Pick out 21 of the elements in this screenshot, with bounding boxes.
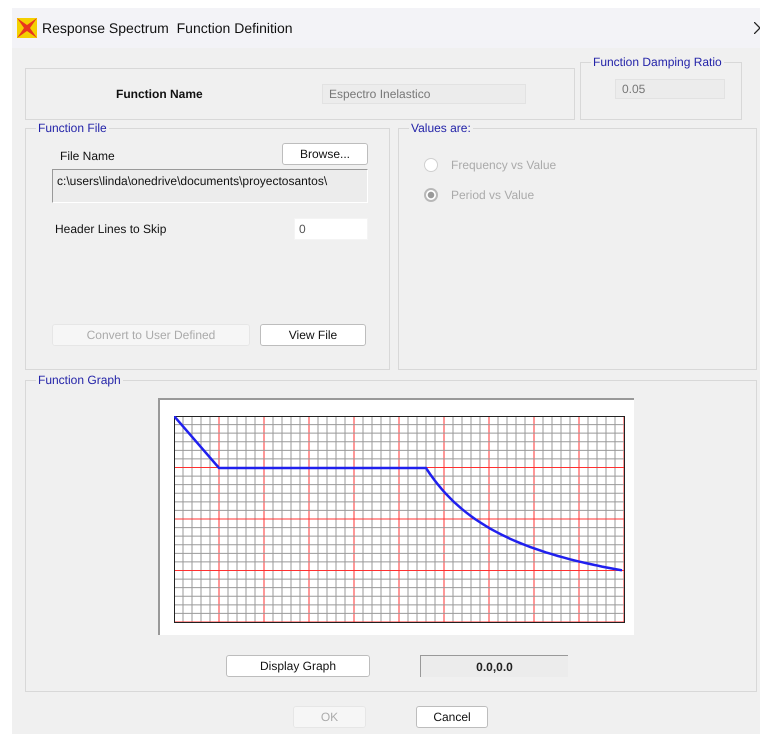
close-icon[interactable] [754,22,760,34]
function-name-label: Function Name [116,87,204,101]
function-file-legend: Function File [36,121,109,135]
damping-ratio-legend: Function Damping Ratio [591,55,724,69]
function-graph-legend: Function Graph [36,373,123,387]
radio-label: Period vs Value [451,188,534,202]
view-file-button[interactable]: View File [260,324,366,346]
file-path-field[interactable]: c:\users\linda\onedrive\documents\proyectosantos\ [52,169,368,203]
damping-ratio-field[interactable]: 0.05 [615,79,725,99]
file-name-label: File Name [60,149,115,163]
header-lines-field[interactable]: 0 [294,218,368,240]
window-title: Response Spectrum Function Definition [42,20,293,36]
app-logo-icon [16,17,38,39]
header-lines-label: Header Lines to Skip [55,222,166,236]
function-name-field[interactable]: Espectro Inelastico [322,84,526,104]
cancel-button[interactable]: Cancel [416,706,488,728]
browse-button[interactable]: Browse... [282,143,368,165]
radio-label: Frequency vs Value [451,158,556,172]
coordinates-display: 0.0,0.0 [420,655,568,677]
display-graph-button[interactable]: Display Graph [226,655,370,677]
values-are-legend: Values are: [409,121,473,135]
